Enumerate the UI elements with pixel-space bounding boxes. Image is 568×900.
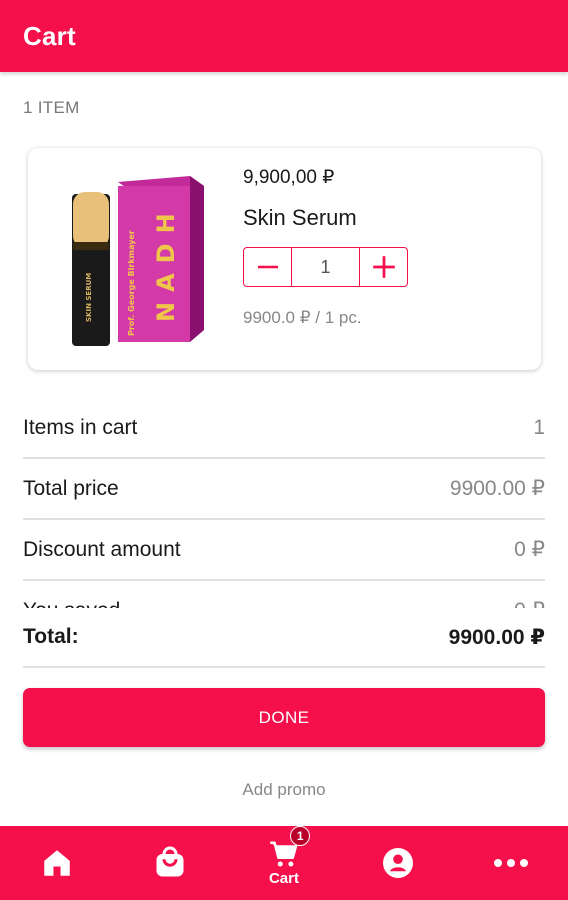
nav-more[interactable] (454, 826, 568, 900)
cart-count-badge: 1 (290, 826, 311, 846)
nav-cart[interactable]: Cart 1 (227, 826, 341, 900)
summary-value: 0 ₽ (514, 598, 545, 608)
item-price: 9,900,00 ₽ (243, 167, 335, 188)
page-title: Cart (23, 20, 76, 51)
nav-cart-label: Cart (268, 870, 299, 887)
decrease-quantity-button[interactable] (244, 248, 292, 286)
product-image-maker-text: Prof. George Birkmayer (127, 230, 136, 336)
plus-icon (372, 256, 395, 278)
order-summary[interactable]: Items in cart 1 Total price 9900.00 ₽ Di… (0, 398, 568, 608)
minus-icon (257, 265, 278, 269)
quantity-stepper: 1 (243, 247, 408, 287)
summary-label: Total price (23, 476, 119, 500)
summary-value: 0 ₽ (514, 538, 545, 561)
summary-row-discount: Discount amount 0 ₽ (23, 520, 545, 581)
item-name[interactable]: Skin Serum (243, 205, 357, 231)
total-value: 9900.00 ₽ (448, 625, 545, 649)
summary-label: Discount amount (23, 537, 181, 561)
cart-item-card[interactable]: SKIN SERUM NADH Prof. George Birkmayer 9… (28, 148, 541, 370)
nav-catalog[interactable] (114, 826, 228, 900)
cart-item-count: 1 ITEM (23, 98, 80, 117)
item-unit-price: 9900.0 ₽ / 1 pc. (243, 308, 362, 327)
nav-profile[interactable] (341, 826, 455, 900)
product-image-sub-text: SKIN SERUM (85, 273, 93, 322)
order-total: Total: 9900.00 ₽ (23, 608, 545, 668)
home-icon (44, 850, 70, 876)
summary-label: Items in cart (23, 415, 138, 439)
total-label: Total: (23, 625, 79, 648)
bag-icon (156, 846, 184, 877)
add-promo-link[interactable]: Add promo (0, 780, 568, 800)
done-button[interactable]: DONE (23, 688, 545, 747)
summary-value: 1 (533, 415, 545, 439)
quantity-value[interactable]: 1 (292, 248, 359, 286)
summary-row-total-price: Total price 9900.00 ₽ (23, 459, 545, 520)
product-image: SKIN SERUM NADH Prof. George Birkmayer (72, 176, 204, 346)
bottom-nav: Cart 1 (0, 826, 568, 900)
increase-quantity-button[interactable] (359, 248, 407, 286)
profile-icon (382, 848, 413, 878)
summary-label: You saved (23, 599, 120, 609)
nav-home[interactable] (0, 826, 114, 900)
summary-row-items: Items in cart 1 (23, 398, 545, 459)
more-icon (494, 859, 529, 867)
summary-row-saved: You saved 0 ₽ (23, 581, 545, 609)
summary-value: 9900.00 ₽ (449, 477, 545, 500)
product-image-brand-text: NADH (152, 203, 180, 322)
app-bar: Cart (0, 0, 568, 72)
